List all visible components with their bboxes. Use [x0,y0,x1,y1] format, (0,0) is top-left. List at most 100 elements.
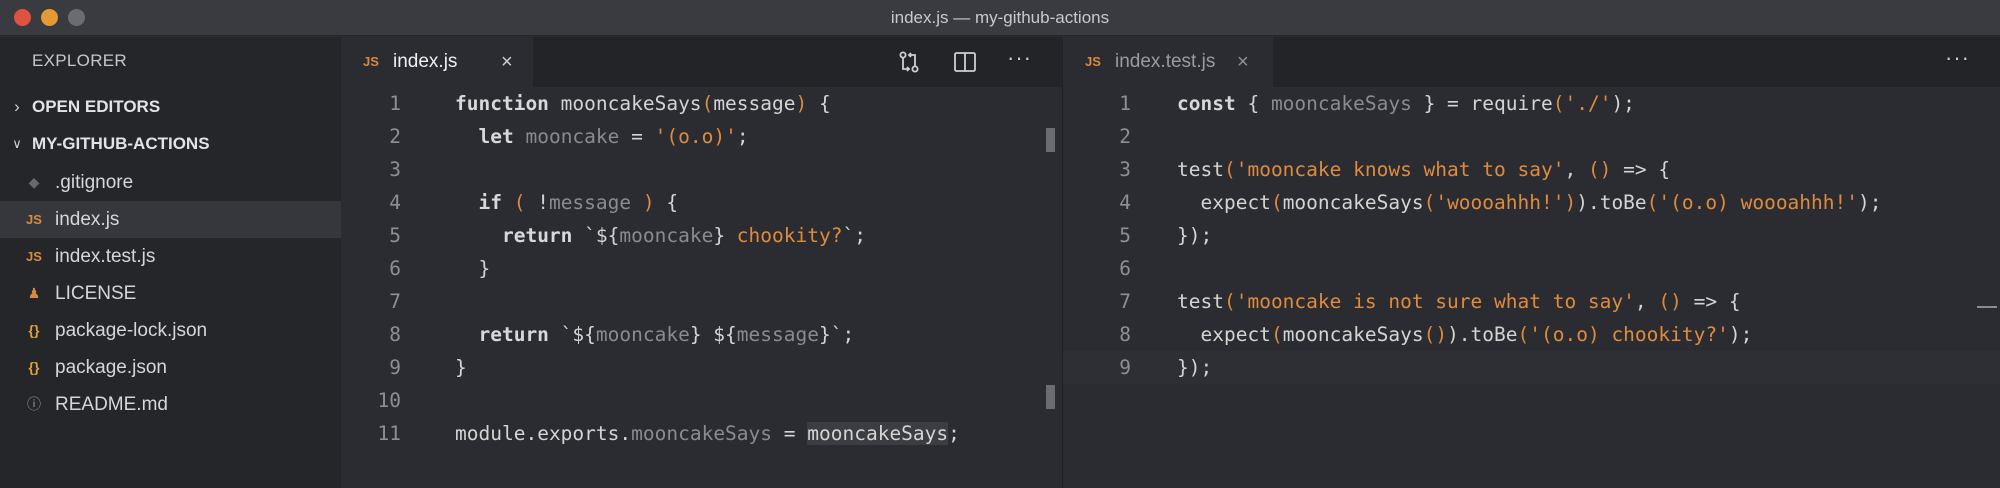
line-number: 7 [389,290,401,313]
code-token: exports [537,422,620,445]
line-number: 3 [389,158,401,181]
file-item-package-lock-json[interactable]: {} package-lock.json [0,312,341,349]
code-token: mooncake [619,224,714,247]
code-line[interactable]: 2 [1063,120,2000,153]
code-token: ( [1517,323,1530,346]
tab-bar: JS index.js × ··· [341,37,1062,87]
code-line[interactable]: 1 function mooncakeSays(message) { [341,87,1062,120]
file-item-license[interactable]: ♟ LICENSE [0,275,341,312]
file-name: index.test.js [55,246,156,267]
code-token: ; [736,125,749,148]
code-token: ! [525,191,549,214]
section-label: OPEN EDITORS [32,97,161,116]
line-number: 10 [377,389,401,412]
scrollbar-marker [1977,306,1997,308]
code-token: ( [1552,92,1565,115]
license-icon: ♟ [27,285,41,301]
code-token: ); [1858,191,1882,214]
code-line[interactable]: 11 module.exports.mooncakeSays = mooncake… [341,417,1062,450]
code-line[interactable]: 4 expect(mooncakeSays('woooahhh!')).toBe… [1063,186,2000,219]
code-token: ( [1223,158,1236,181]
editor-group-left: JS index.js × ··· 1 function mooncakeSays… [341,37,1062,488]
code-token: 'woooahhh!' [1435,191,1565,214]
code-token: () [1587,158,1612,181]
file-name: package-lock.json [55,320,208,341]
code-token: = [772,422,808,445]
js-file-icon: JS [363,54,379,69]
code-line[interactable]: 7 [341,285,1062,318]
code-line[interactable]: 3 test('mooncake knows what to say', () =… [1063,153,2000,186]
code-token: `; [842,224,866,247]
code-token: => { [1681,290,1741,313]
code-token: return [478,323,549,346]
code-token: ); [1728,323,1753,346]
code-line[interactable]: 3 [341,153,1062,186]
code-editor[interactable]: 1 function mooncakeSays(message) {2 let m… [341,87,1062,488]
line-number: 6 [389,257,401,280]
tab-index-js[interactable]: JS index.js × [341,37,533,87]
code-token: toBe [1599,191,1647,214]
code-token: '(o.o)' [654,125,737,148]
code-token: mooncakeSays [560,92,702,115]
more-actions-icon[interactable]: ··· [1945,45,1970,71]
code-token: toBe [1470,323,1518,346]
file-name: LICENSE [55,283,137,304]
file-item-readme[interactable]: ⓘ README.md [0,386,341,423]
code-token: mooncakeSays [807,422,949,445]
code-token: if [478,191,502,214]
tab-index-test-js[interactable]: JS index.test.js × [1063,37,1273,87]
more-actions-icon[interactable]: ··· [1007,45,1032,71]
section-my-github-actions[interactable]: ∨ MY-GITHUB-ACTIONS [0,127,341,161]
close-icon[interactable]: × [1237,37,1249,87]
code-token: ( [513,191,526,214]
code-line[interactable]: 5 return `${mooncake} chookity?`; [341,219,1062,252]
code-token: . [619,422,632,445]
code-token: test [1177,290,1224,313]
code-editor[interactable]: 1 const { mooncakeSays } = require('./');… [1063,87,2000,488]
code-line[interactable]: 10 [341,384,1062,417]
code-token: = [619,125,655,148]
code-line[interactable]: 2 let mooncake = '(o.o)'; [341,120,1062,153]
code-line[interactable]: 5}); [1063,219,2000,252]
code-token: } ${ [689,323,737,346]
code-line[interactable]: 8 expect(mooncakeSays()).toBe('(o.o) cho… [1063,318,2000,351]
code-line[interactable]: 9} [341,351,1062,384]
line-number: 5 [1119,224,1131,247]
split-editor-icon[interactable] [952,49,978,75]
code-line[interactable]: 9}); [1063,351,2000,384]
code-token: module [455,422,526,445]
code-token: => { [1611,158,1671,181]
code-text: let mooncake = '(o.o)'; [455,120,749,153]
code-token: message [548,191,632,214]
open-changes-icon[interactable] [896,49,922,75]
js-file-icon: JS [26,212,42,227]
json-braces-icon: {} [28,359,40,375]
code-token: test [1177,158,1224,181]
code-token: { [1235,92,1271,115]
code-line[interactable]: 6 } [341,252,1062,285]
file-item-gitignore[interactable]: ◆ .gitignore [0,164,341,201]
code-token: } [455,356,467,379]
code-line[interactable]: 6 [1063,252,2000,285]
close-icon[interactable]: × [501,37,513,87]
file-item-index-test-js[interactable]: JS index.test.js [0,238,341,275]
code-line[interactable]: 8 return `${mooncake} ${message}`; [341,318,1062,351]
section-open-editors[interactable]: › OPEN EDITORS [0,90,341,124]
line-number: 8 [389,323,401,346]
chevron-down-icon: ∨ [12,136,22,151]
file-item-package-json[interactable]: {} package.json [0,349,341,386]
line-number: 1 [1119,92,1131,115]
code-line[interactable]: 4 if ( !message ) { [341,186,1062,219]
code-line[interactable]: 7 test('mooncake is not sure what to say'… [1063,285,2000,318]
line-number: 4 [1119,191,1131,214]
file-item-index-js[interactable]: JS index.js [0,201,341,238]
code-line[interactable]: 1 const { mooncakeSays } = require('./'); [1063,87,2000,120]
code-token: mooncakeSays [1282,191,1424,214]
code-token: , [1634,290,1659,313]
code-text: if ( !message ) { [455,186,678,219]
line-number: 1 [389,92,401,115]
code-token: 'mooncake is not sure what to say' [1235,290,1635,313]
